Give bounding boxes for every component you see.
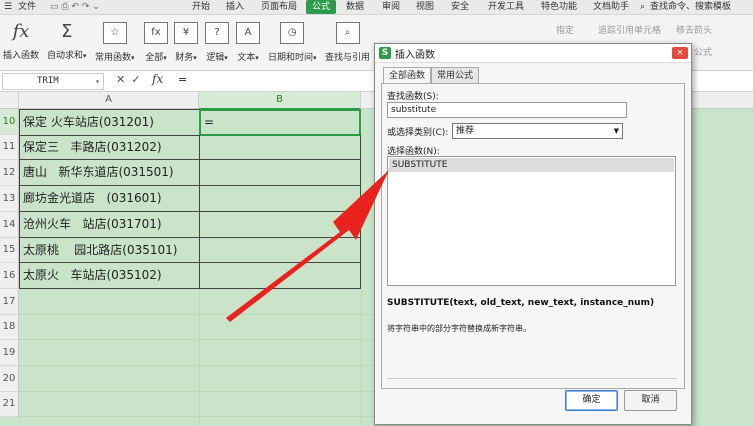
arrow-shape — [226, 170, 389, 322]
annotation-arrow — [226, 170, 389, 322]
